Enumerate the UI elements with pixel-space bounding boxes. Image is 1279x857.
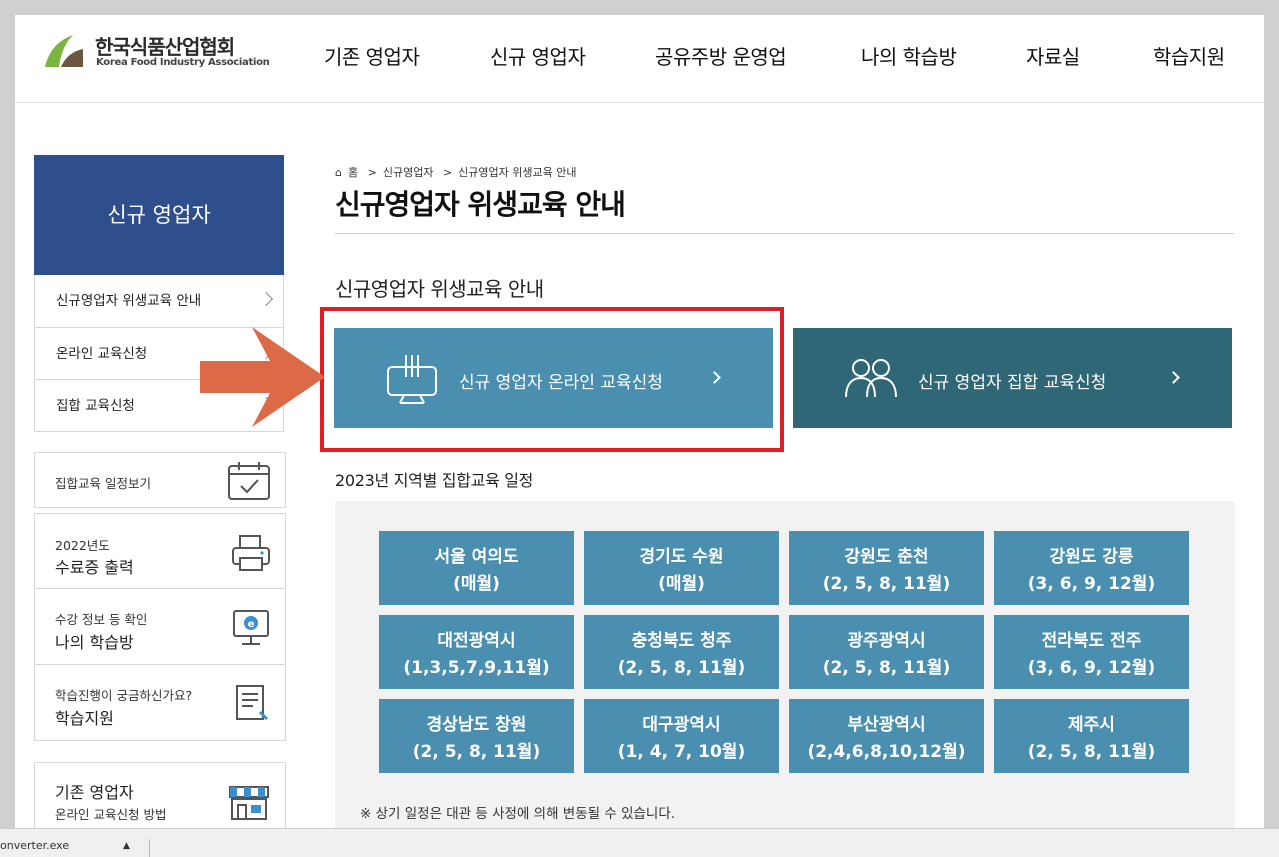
site-logo[interactable]: 한국식품산업협회 Korea Food Industry Association [43, 31, 283, 71]
region-name: 전라북도 전주 [1041, 631, 1142, 651]
sidebar-title: 신규 영업자 [34, 155, 284, 275]
region-name: 충청북도 청주 [631, 631, 732, 651]
schedule-note: ※ 상기 일정은 대관 등 사정에 의해 변동될 수 있습니다. [360, 806, 676, 822]
quick-schedule-view[interactable]: 집합교육 일정보기 [34, 452, 286, 508]
logo-korean-text: 한국식품산업협회 [95, 35, 235, 59]
quick-my-study-room[interactable]: 수강 정보 등 확인 나의 학습방 e [34, 589, 286, 665]
caret-up-icon[interactable]: ▲ [123, 841, 130, 851]
quick-small-text: 2022년도 [55, 538, 110, 553]
group-apply-button[interactable]: 신규 영업자 집합 교육신청 [793, 328, 1232, 428]
schedule-panel: 서울 여의도 (매월) 경기도 수원 (매월) 강원도 춘천 (2, 5, 8,… [335, 501, 1235, 828]
region-gyeonggi-suwon[interactable]: 경기도 수원 (매월) [584, 531, 779, 605]
title-divider [335, 233, 1234, 234]
region-name: 강원도 춘천 [844, 547, 929, 567]
svg-text:e: e [248, 619, 255, 630]
quick-learning-support[interactable]: 학습진행이 궁금하신가요? 학습지원 [34, 665, 286, 741]
calendar-icon [228, 462, 270, 500]
region-months: (2,4,6,8,10,12월) [807, 742, 966, 762]
region-gwangju[interactable]: 광주광역시 (2, 5, 8, 11월) [789, 615, 984, 689]
region-months: (2, 5, 8, 11월) [1027, 742, 1156, 762]
page: 한국식품산업협회 Korea Food Industry Association… [15, 15, 1264, 828]
sidebar-item-label: 집합 교육신청 [56, 398, 135, 414]
section-title: 신규영업자 위생교육 안내 [335, 277, 544, 301]
group-apply-label: 신규 영업자 집합 교육신청 [918, 373, 1107, 393]
document-pen-icon [236, 685, 269, 721]
region-daejeon[interactable]: 대전광역시 (1,3,5,7,9,11월) [379, 615, 574, 689]
region-months: (1,3,5,7,9,11월) [403, 658, 550, 678]
region-name: 경기도 수원 [639, 547, 724, 567]
region-gangwon-gangneung[interactable]: 강원도 강릉 (3, 6, 9, 12월) [994, 531, 1189, 605]
region-jeonbuk-jeonju[interactable]: 전라북도 전주 (3, 6, 9, 12월) [994, 615, 1189, 689]
region-months: (2, 5, 8, 11월) [822, 658, 951, 678]
region-jeju[interactable]: 제주시 (2, 5, 8, 11월) [994, 699, 1189, 773]
monitor-e-icon: e [233, 610, 269, 645]
quick-big-text: 수료증 출력 [55, 558, 134, 577]
region-name: 경상남도 창원 [426, 715, 527, 735]
region-name: 부산광역시 [847, 715, 926, 735]
breadcrumb: ⌂ 홈 > 신규영업자 > 신규영업자 위생교육 안내 [335, 164, 582, 180]
chevron-right-icon [1167, 371, 1180, 384]
breadcrumb-current: 신규영업자 위생교육 안내 [458, 166, 577, 179]
region-months: (1, 4, 7, 10월) [617, 742, 746, 762]
printer-icon [232, 535, 270, 571]
breadcrumb-separator: > [442, 166, 453, 179]
sidebar-item-hygiene-guide[interactable]: 신규영업자 위생교육 안내 [35, 275, 283, 327]
region-months: (매월) [658, 574, 705, 594]
store-icon [229, 786, 269, 820]
region-name: 대전광역시 [437, 631, 516, 651]
quick-certificate-print[interactable]: 2022년도 수료증 출력 [34, 513, 286, 589]
nav-new-business[interactable]: 신규 영업자 [490, 41, 586, 70]
logo-leaf-icon [45, 35, 83, 67]
quick-big-text: 학습지원 [55, 709, 114, 728]
region-name: 강원도 강릉 [1049, 547, 1134, 567]
nav-learning-support[interactable]: 학습지원 [1153, 41, 1225, 70]
region-months: (3, 6, 9, 12월) [1027, 574, 1156, 594]
region-months: (3, 6, 9, 12월) [1027, 658, 1156, 678]
sidebar-item-label: 신규영업자 위생교육 안내 [56, 293, 202, 309]
quick-big-text: 나의 학습방 [55, 633, 134, 652]
breadcrumb-home[interactable]: 홈 [348, 166, 358, 179]
download-item[interactable]: onverter.exe ▲ [0, 839, 150, 857]
sidebar-item-label: 온라인 교육신청 [56, 346, 148, 362]
nav-existing-business[interactable]: 기존 영업자 [324, 41, 420, 70]
region-gangwon-chuncheon[interactable]: 강원도 춘천 (2, 5, 8, 11월) [789, 531, 984, 605]
region-name: 광주광역시 [847, 631, 926, 651]
page-title: 신규영업자 위생교육 안내 [335, 188, 626, 221]
nav-shared-kitchen[interactable]: 공유주방 운영업 [655, 41, 787, 70]
home-icon[interactable]: ⌂ [335, 166, 342, 179]
region-gyeongnam-changwon[interactable]: 경상남도 창원 (2, 5, 8, 11월) [379, 699, 574, 773]
download-bar: onverter.exe ▲ [0, 828, 1279, 857]
quick-small-text: 온라인 교육신청 방법 [55, 807, 167, 822]
logo-english-text: Korea Food Industry Association [96, 57, 270, 68]
region-months: (2, 5, 8, 11월) [822, 574, 951, 594]
quick-existing-business-guide[interactable]: 기존 영업자 온라인 교육신청 방법 [34, 762, 286, 828]
region-daegu[interactable]: 대구광역시 (1, 4, 7, 10월) [584, 699, 779, 773]
region-months: (2, 5, 8, 11월) [412, 742, 541, 762]
quick-small-text: 수강 정보 등 확인 [55, 612, 148, 627]
region-name: 대구광역시 [642, 715, 721, 735]
region-chungbuk-cheongju[interactable]: 충청북도 청주 (2, 5, 8, 11월) [584, 615, 779, 689]
region-seoul-yeouido[interactable]: 서울 여의도 (매월) [379, 531, 574, 605]
nav-my-study-room[interactable]: 나의 학습방 [861, 41, 957, 70]
people-icon [845, 359, 897, 398]
schedule-title: 2023년 지역별 집합교육 일정 [335, 471, 534, 490]
region-months: (2, 5, 8, 11월) [617, 658, 746, 678]
breadcrumb-new-business[interactable]: 신규영업자 [383, 166, 434, 179]
highlight-box [320, 307, 784, 452]
region-name: 서울 여의도 [434, 547, 519, 567]
pointer-arrow-icon [200, 327, 325, 427]
chevron-right-icon [258, 291, 274, 307]
region-months: (매월) [453, 574, 500, 594]
region-name: 제주시 [1068, 715, 1115, 735]
breadcrumb-separator: > [367, 166, 377, 179]
quick-big-text: 기존 영업자 [55, 783, 134, 802]
download-filename: onverter.exe [0, 839, 70, 852]
quick-small-text: 학습진행이 궁금하신가요? [55, 688, 193, 703]
region-busan[interactable]: 부산광역시 (2,4,6,8,10,12월) [789, 699, 984, 773]
nav-resources[interactable]: 자료실 [1026, 41, 1080, 70]
site-header: 한국식품산업협회 Korea Food Industry Association… [15, 15, 1264, 103]
quick-label: 집합교육 일정보기 [55, 476, 151, 491]
